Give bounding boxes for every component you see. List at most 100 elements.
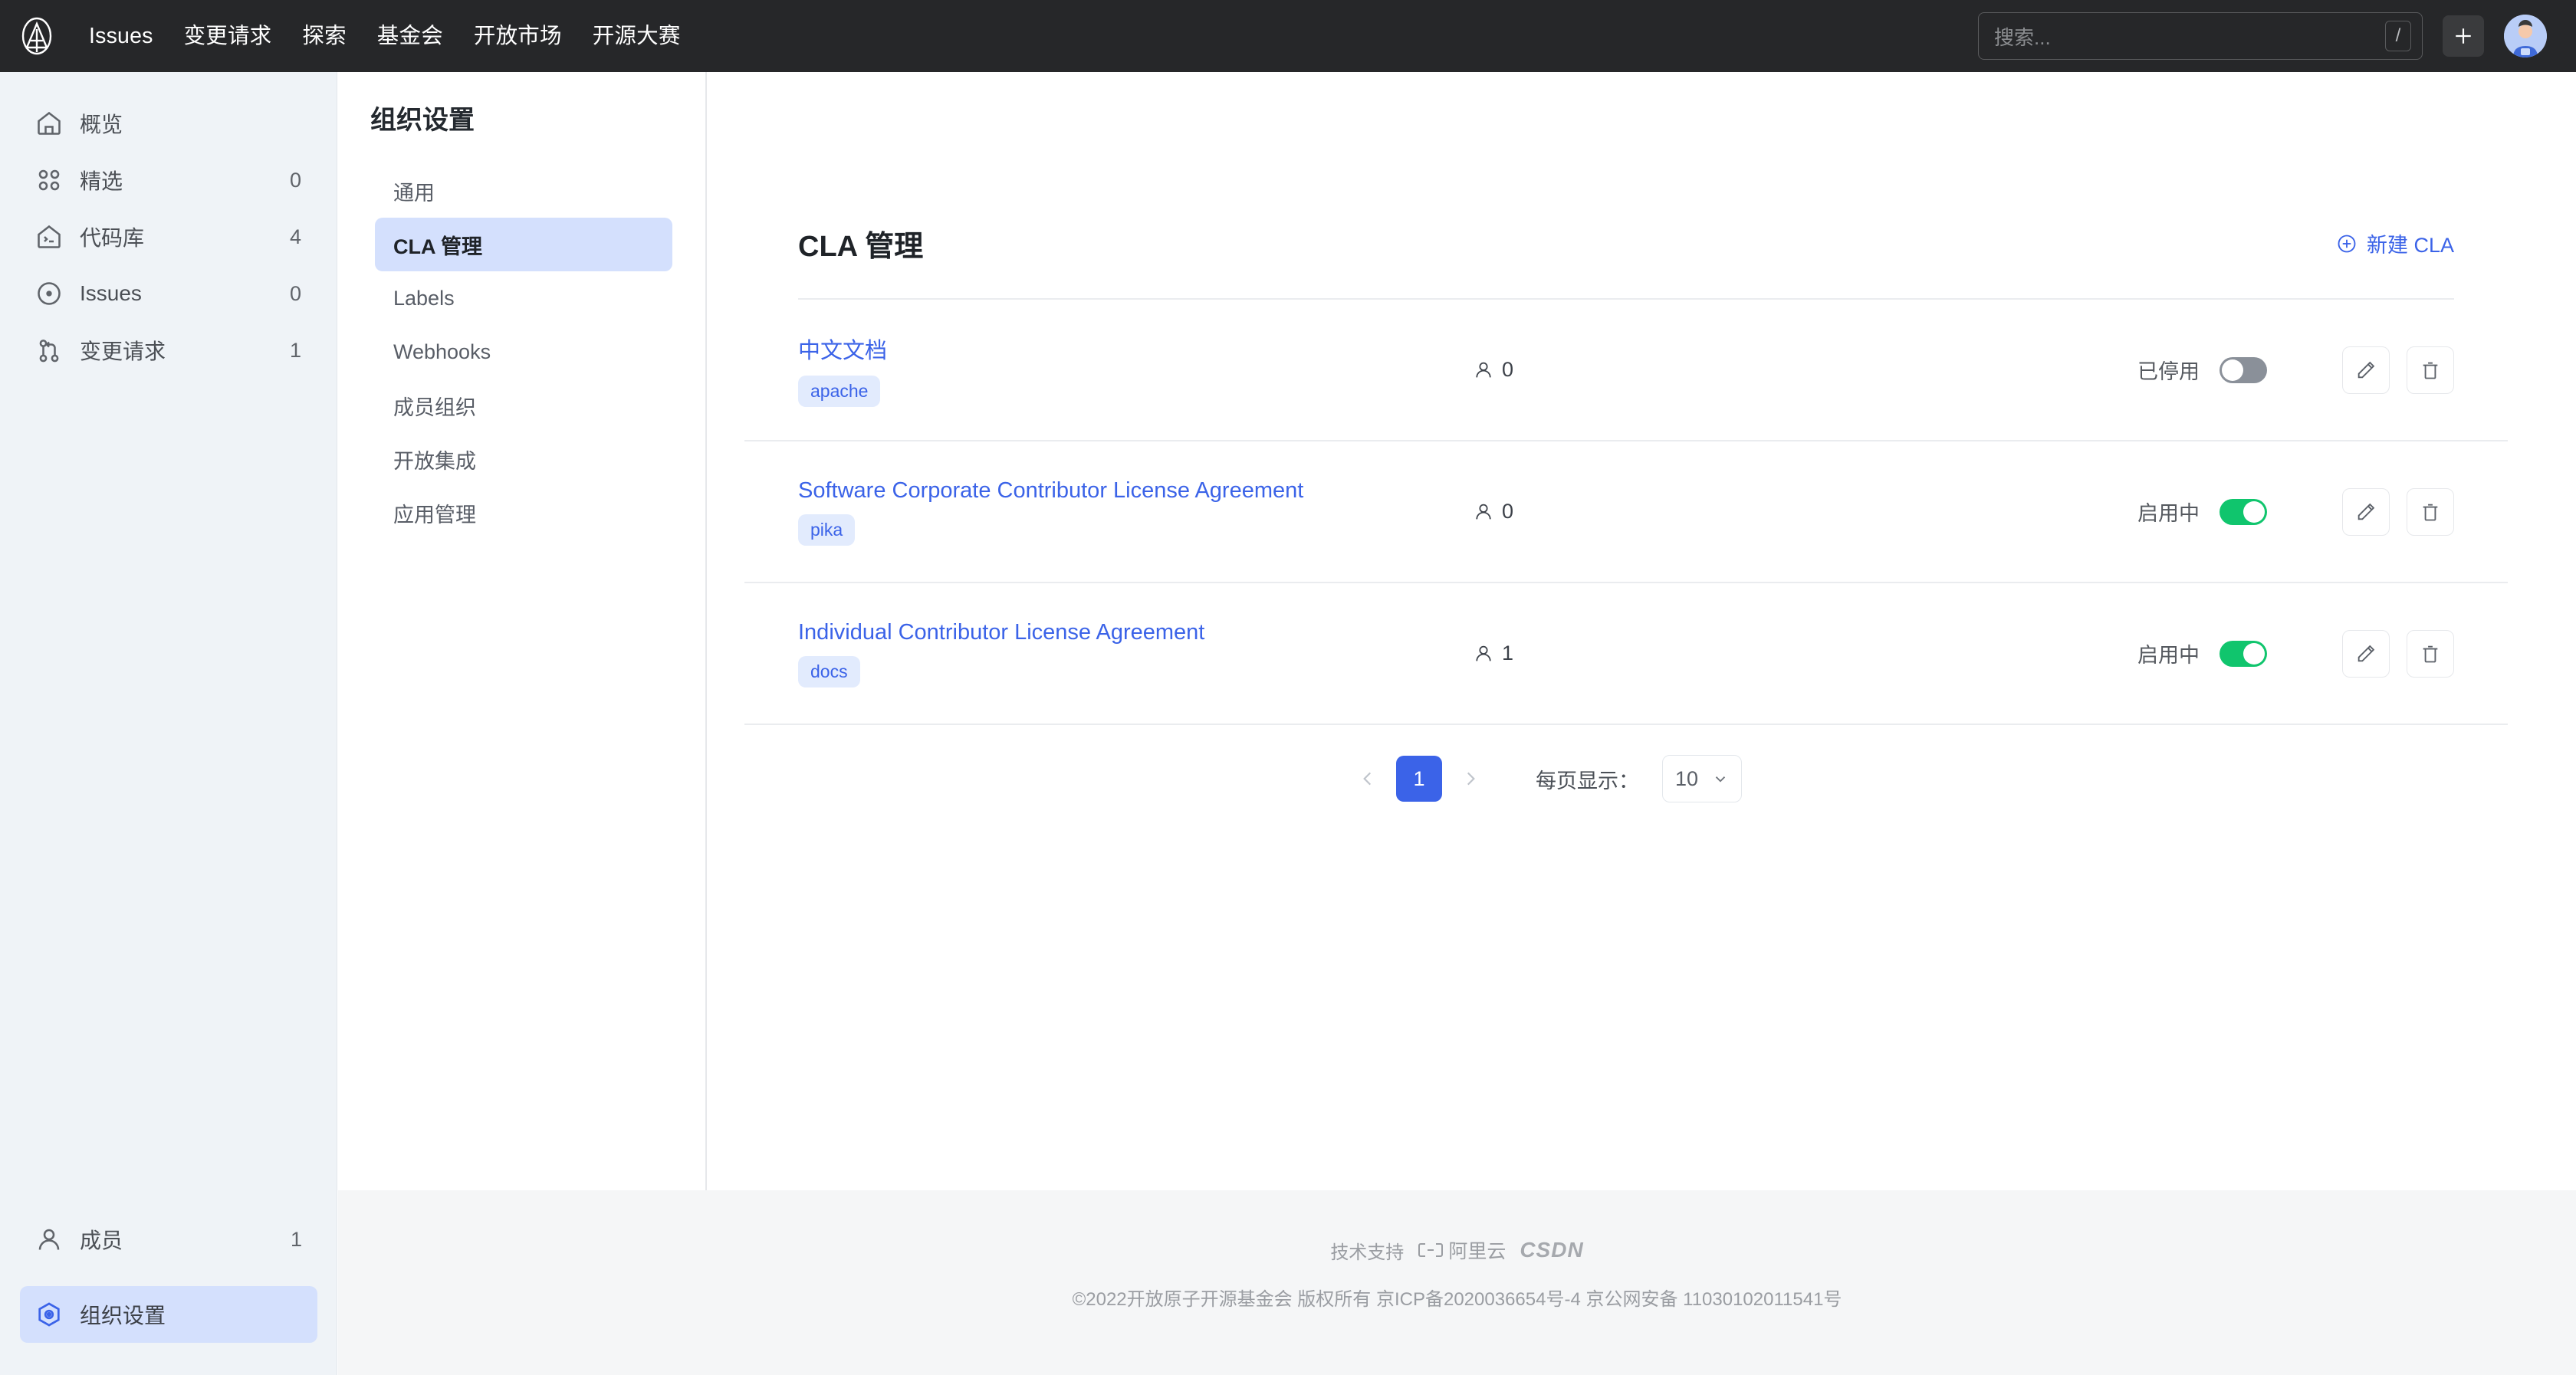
cla-row-status-group: 启用中 <box>2137 629 2454 678</box>
top-header: Issues 变更请求 探索 基金会 开放市场 开源大赛 搜索... / <box>0 0 2576 72</box>
pencil-icon <box>2358 503 2375 520</box>
search-input[interactable]: 搜索... / <box>1978 12 2423 60</box>
sidebar-item-pull-requests-label: 变更请求 <box>80 340 166 363</box>
settings-nav-item-apps[interactable]: 应用管理 <box>375 486 672 540</box>
top-nav: Issues 变更请求 探索 基金会 开放市场 开源大赛 <box>74 18 696 55</box>
plus-icon <box>2456 28 2471 44</box>
cla-management-panel: CLA 管理 新建 CLA 中文文档 apache 0 已停用 Software… <box>744 72 2508 832</box>
cla-tag: apache <box>798 376 881 407</box>
topnav-item-changes[interactable]: 变更请求 <box>169 18 288 55</box>
per-page-value: 10 <box>1675 766 1699 790</box>
settings-nav-item-labels[interactable]: Labels <box>375 271 672 325</box>
cla-signer-count-value: 0 <box>1502 358 1514 381</box>
status-badge: 已停用 <box>2137 360 2200 383</box>
table-row: Individual Contributor License Agreement… <box>744 583 2508 725</box>
add-new-button[interactable] <box>2443 15 2484 57</box>
circle-plus-icon <box>2338 235 2356 252</box>
settings-nav-item-teams[interactable]: 成员组织 <box>375 379 672 432</box>
status-toggle[interactable] <box>2220 356 2267 383</box>
pagination-prev-button[interactable] <box>1350 761 1385 796</box>
delete-button[interactable] <box>2407 487 2454 536</box>
cla-signer-count: 1 <box>1473 642 1649 665</box>
status-toggle[interactable] <box>2220 640 2267 667</box>
page-body: 组织设置 通用 CLA 管理 Labels Webhooks 成员组织 开放集成… <box>338 72 2576 1190</box>
person-icon <box>1476 504 1491 519</box>
cla-signer-count-value: 1 <box>1502 642 1514 665</box>
settings-nav-item-integrations[interactable]: 开放集成 <box>375 432 672 486</box>
toggle-knob <box>2243 642 2265 665</box>
sidebar-item-org-settings[interactable]: 组织设置 <box>20 1286 317 1343</box>
cla-name-link[interactable]: Individual Contributor License Agreement <box>798 620 1204 645</box>
sidebar-item-repositories[interactable]: 代码库 4 <box>20 208 317 265</box>
sidebar-item-featured[interactable]: 精选 0 <box>20 152 317 208</box>
grid-icon <box>38 169 60 191</box>
topnav-item-marketplace[interactable]: 开放市场 <box>458 18 577 55</box>
pagination-next-button[interactable] <box>1453 761 1488 796</box>
topnav-item-foundation[interactable]: 基金会 <box>362 18 458 55</box>
pull-request-icon <box>39 340 59 363</box>
sidebar-item-overview[interactable]: 概览 <box>20 95 317 152</box>
pencil-icon <box>2358 361 2375 378</box>
trash-icon <box>2423 504 2438 520</box>
pencil-icon <box>2358 645 2375 661</box>
cla-tag: docs <box>798 655 860 688</box>
cla-name-link[interactable]: 中文文档 <box>798 333 887 365</box>
cla-row-status-group: 启用中 <box>2137 487 2454 536</box>
topnav-item-explore[interactable]: 探索 <box>287 18 361 55</box>
logo-wrap[interactable] <box>0 17 74 55</box>
sidebar-item-repositories-count: 4 <box>289 225 301 248</box>
search-shortcut-badge: / <box>2385 21 2411 51</box>
delete-button[interactable] <box>2407 346 2454 394</box>
sidebar-item-issues[interactable]: Issues 0 <box>20 265 317 322</box>
cla-tag: pika <box>798 514 856 546</box>
status-badge: 启用中 <box>2137 644 2200 667</box>
aliyun-label: 阿里云 <box>1448 1241 1506 1262</box>
sidebar-bottom-group: 成员 1 组织设置 <box>20 1211 317 1343</box>
row-actions <box>2342 487 2454 536</box>
sidebar-item-members[interactable]: 成员 1 <box>20 1211 317 1268</box>
row-actions <box>2342 629 2454 678</box>
page-title: 组织设置 <box>370 106 475 135</box>
cla-name-link[interactable]: Software Corporate Contributor License A… <box>798 478 1303 504</box>
search-placeholder: 搜索... <box>1994 25 2051 49</box>
topnav-item-contest[interactable]: 开源大赛 <box>577 18 696 55</box>
page-footer: 技术支持 阿里云 CSDN ©2022开放原子开源基金会 版权所有 京ICP备2… <box>338 1190 2576 1375</box>
sidebar-item-featured-count: 0 <box>289 168 301 192</box>
sidebar-item-members-count: 1 <box>290 1227 302 1251</box>
header-right-group: 搜索... / <box>1978 12 2576 60</box>
person-icon <box>38 1229 60 1250</box>
status-toggle[interactable] <box>2220 498 2267 525</box>
home-icon <box>38 111 61 135</box>
edit-button[interactable] <box>2342 346 2390 394</box>
toggle-knob <box>2243 500 2265 523</box>
edit-button[interactable] <box>2342 629 2390 678</box>
cla-signer-count-value: 0 <box>1502 500 1514 523</box>
csdn-logo: CSDN <box>1520 1238 1584 1262</box>
pagination: 1 每页显示： 10 <box>744 725 2508 832</box>
per-page-select[interactable]: 10 <box>1662 755 1742 802</box>
pagination-page-1[interactable]: 1 <box>1396 756 1442 802</box>
footer-copyright: ©2022开放原子开源基金会 版权所有 京ICP备2020036654号-4 京… <box>1072 1289 1842 1310</box>
status-badge: 启用中 <box>2137 502 2200 525</box>
settings-nav: 通用 CLA 管理 Labels Webhooks 成员组织 开放集成 应用管理 <box>375 164 672 540</box>
new-cla-button[interactable]: 新建 CLA <box>2336 228 2454 258</box>
content-title: CLA 管理 <box>798 231 924 263</box>
issue-circle-icon <box>38 282 61 305</box>
chevron-left-icon <box>1363 772 1372 786</box>
settings-nav-item-webhooks[interactable]: Webhooks <box>375 325 672 379</box>
trash-icon <box>2423 645 2438 662</box>
chevron-down-icon <box>1715 776 1726 783</box>
sidebar-item-repositories-label: 代码库 <box>80 226 145 250</box>
delete-button[interactable] <box>2407 629 2454 678</box>
edit-button[interactable] <box>2342 487 2390 536</box>
person-icon <box>1476 362 1491 377</box>
avatar[interactable] <box>2504 15 2547 57</box>
settings-divider <box>705 72 707 1190</box>
cla-row-status-group: 已停用 <box>2137 346 2454 394</box>
per-page-label: 每页显示： <box>1536 769 1639 793</box>
sidebar-item-pull-requests[interactable]: 变更请求 1 <box>20 322 317 379</box>
settings-nav-item-general[interactable]: 通用 <box>375 164 672 218</box>
topnav-item-issues[interactable]: Issues <box>74 18 169 55</box>
trash-icon <box>2423 362 2438 379</box>
settings-nav-item-cla[interactable]: CLA 管理 <box>375 218 672 271</box>
